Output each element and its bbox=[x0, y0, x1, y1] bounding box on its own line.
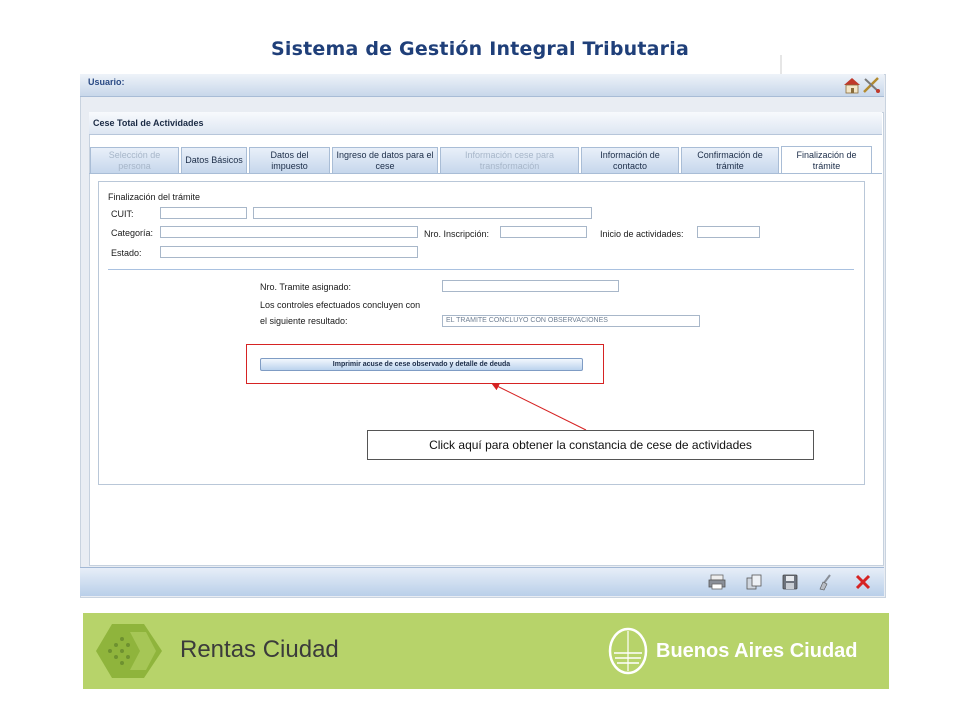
rentas-ciudad-brand: Rentas Ciudad bbox=[180, 636, 339, 663]
save-icon[interactable] bbox=[781, 573, 799, 591]
copy-icon[interactable] bbox=[745, 573, 763, 591]
rentas-logo-icon bbox=[96, 624, 162, 678]
callout-arrow bbox=[491, 383, 587, 431]
callout-note: Click aquí para obtener la constancia de… bbox=[367, 430, 814, 460]
buenos-aires-ciudad-brand: Buenos Aires Ciudad bbox=[656, 640, 858, 662]
bottom-toolbar bbox=[80, 567, 884, 596]
clear-icon[interactable] bbox=[817, 573, 835, 591]
printer-icon[interactable] bbox=[708, 573, 726, 591]
ciudad-shield-icon bbox=[608, 627, 648, 675]
close-icon[interactable] bbox=[854, 573, 872, 591]
